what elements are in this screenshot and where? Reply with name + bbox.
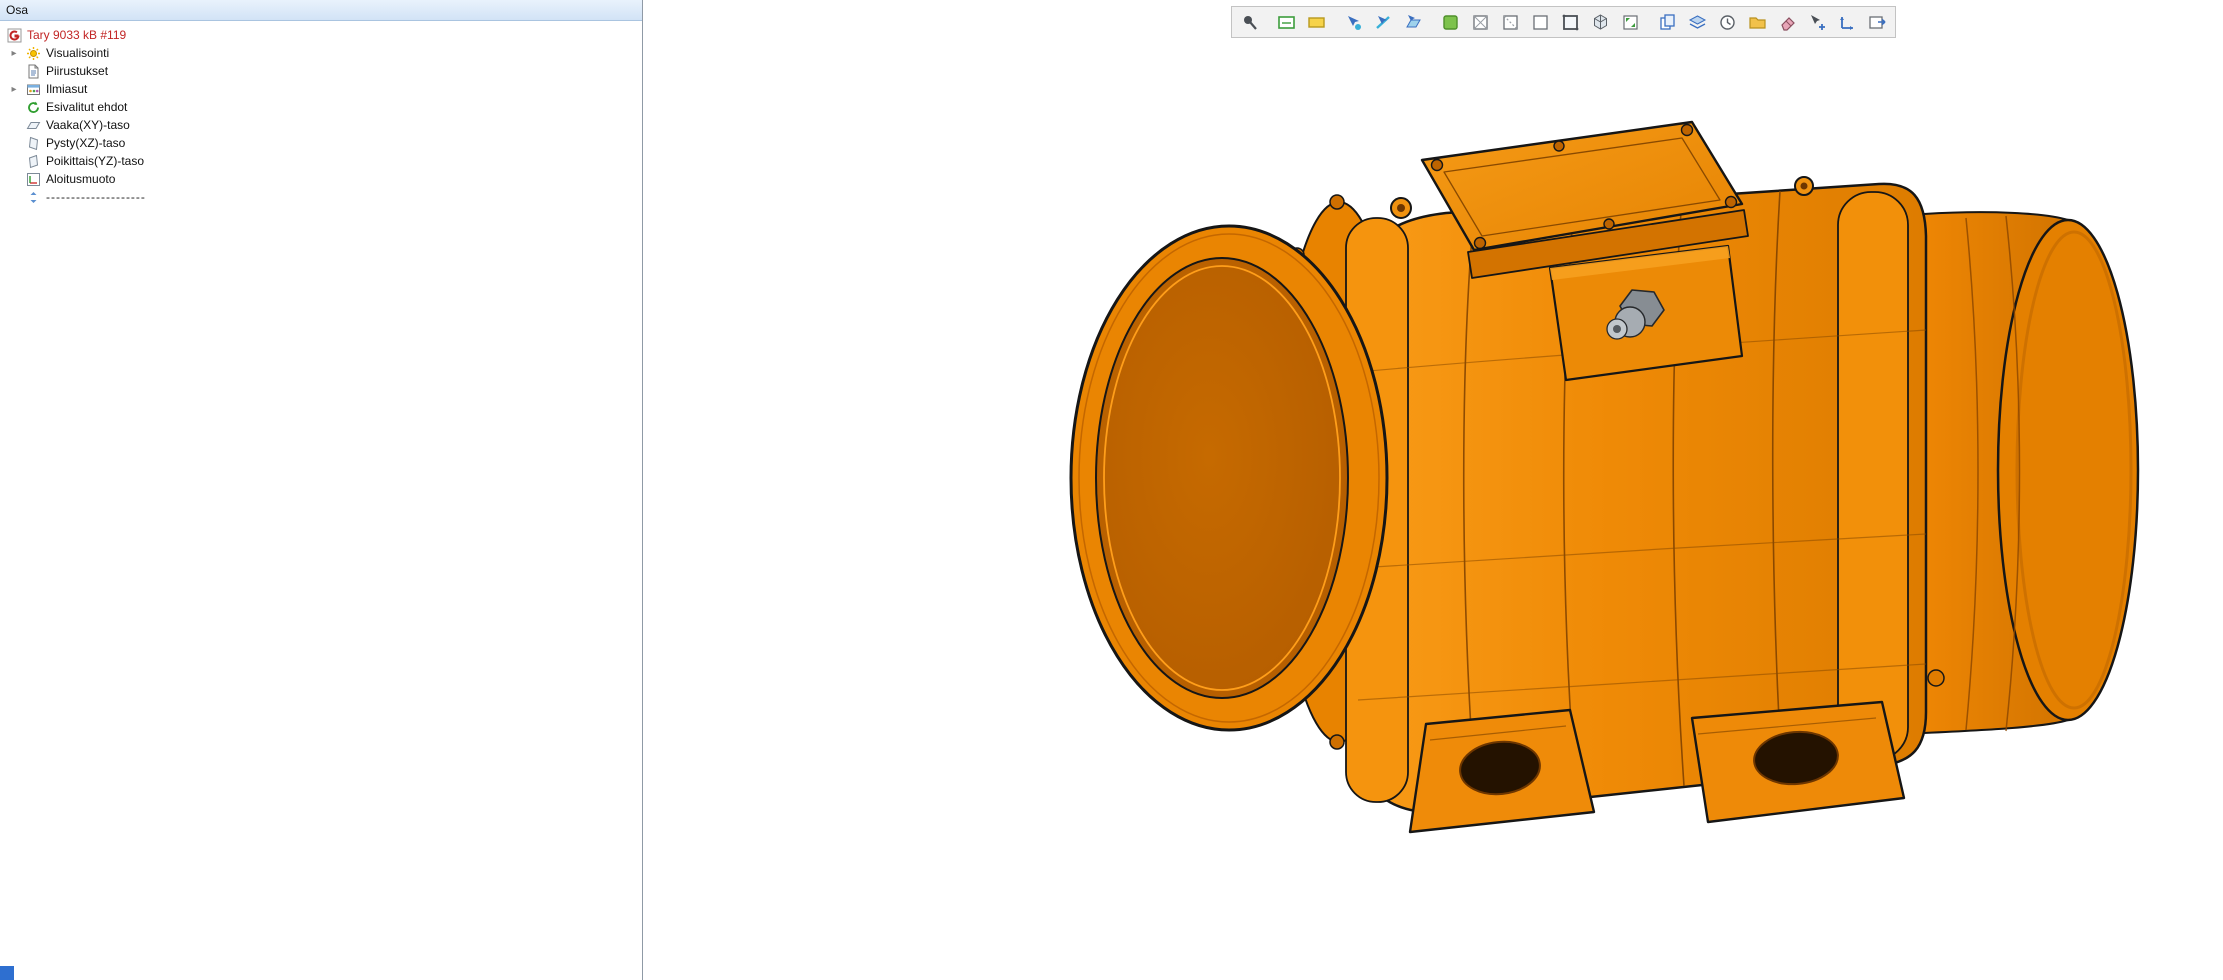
visualization-sun-icon [26,46,41,61]
tree-item-piirustukset[interactable]: Piirustukset [0,62,642,80]
fit-view-button[interactable] [1616,9,1645,36]
copy-pages-icon [1658,13,1677,32]
no-edges-button[interactable] [1526,9,1555,36]
plane-yz-icon [26,154,41,169]
feature-tree-panel: Osa Tary 9033 kB #119 ▸ Visualisointi [0,0,643,980]
vibration-motor-model[interactable] [644,0,2223,980]
note-button[interactable] [1302,9,1331,36]
tree-item-label: Esivalitut ehdot [46,100,127,114]
pin-button[interactable] [1235,9,1264,36]
tree-item-label: Ilmiasut [46,82,87,96]
select-face-button[interactable] [1399,9,1428,36]
end-cover-right[interactable] [1924,212,2138,733]
note-icon [1307,13,1326,32]
toolbar-separator [1646,9,1652,36]
box-outline-icon [1561,13,1580,32]
start-shape-icon [26,172,41,187]
axes-button[interactable] [1833,9,1862,36]
tree-item-label: -------------------- [46,190,146,204]
preselected-conditions-icon [26,100,41,115]
select-face-icon [1404,13,1423,32]
wireframe-box-icon [1471,13,1490,32]
eraser-icon [1778,13,1797,32]
tree-item-aloitusmuoto[interactable]: Aloitusmuoto [0,170,642,188]
tree-item-poikittais-yz-taso[interactable]: Poikittais(YZ)-taso [0,152,642,170]
copy-pages-button[interactable] [1653,9,1682,36]
chevron-right-icon[interactable]: ▸ [7,48,21,59]
tree-item-label: Aloitusmuoto [46,172,115,186]
measure-cursor-button[interactable] [1803,9,1832,36]
folder-button[interactable] [1743,9,1772,36]
viewport-3d[interactable] [644,0,2223,980]
select-edge-button[interactable] [1369,9,1398,36]
layers-button[interactable] [1683,9,1712,36]
mounting-foot-left[interactable] [1410,710,1594,832]
tree-item-label: Pysty(XZ)-taso [46,136,125,150]
tree-item-part-root[interactable]: Tary 9033 kB #119 [0,26,642,44]
tree-item-ilmiasut[interactable]: ▸ Ilmiasut [0,80,642,98]
appearances-icon [26,82,41,97]
box-outline-button[interactable] [1556,9,1585,36]
hidden-edges-icon [1501,13,1520,32]
folder-icon [1748,13,1767,32]
fit-view-icon [1621,13,1640,32]
eraser-button[interactable] [1773,9,1802,36]
plane-xz-icon [26,136,41,151]
window-arrow-icon [1868,13,1887,32]
toolbar-separator [1265,9,1271,36]
scroll-grip[interactable] [0,966,14,980]
view-toolbar [1231,6,1896,38]
plane-xy-icon [26,118,41,133]
tree-item-pysty-xz-taso[interactable]: Pysty(XZ)-taso [0,134,642,152]
shaded-view-button[interactable] [1436,9,1465,36]
label-frame-icon [1277,13,1296,32]
part-root-icon [7,28,22,43]
end-cover-left[interactable] [1071,226,1387,730]
tree-item-separator[interactable]: -------------------- [0,188,642,206]
clock-icon [1718,13,1737,32]
select-point-icon [1344,13,1363,32]
pin-icon [1240,13,1259,32]
tree-item-label: Poikittais(YZ)-taso [46,154,144,168]
tree-item-label: Vaaka(XY)-taso [46,118,130,132]
label-frame-button[interactable] [1272,9,1301,36]
layers-icon [1688,13,1707,32]
panel-title: Osa [0,0,642,21]
select-edge-icon [1374,13,1393,32]
measure-cursor-icon [1808,13,1827,32]
hidden-edges-button[interactable] [1496,9,1525,36]
tree-item-label: Piirustukset [46,64,108,78]
tree-item-esivalitut-ehdot[interactable]: Esivalitut ehdot [0,98,642,116]
axes-icon [1838,13,1857,32]
clock-button[interactable] [1713,9,1742,36]
no-edges-icon [1531,13,1550,32]
side-stud[interactable] [1928,670,1944,686]
tree-item-vaaka-xy-taso[interactable]: Vaaka(XY)-taso [0,116,642,134]
tree-item-label: Visualisointi [46,46,109,60]
select-point-button[interactable] [1339,9,1368,36]
iso-cube-icon [1591,13,1610,32]
tree-item-visualisointi[interactable]: ▸ Visualisointi [0,44,642,62]
chevron-right-icon[interactable]: ▸ [7,84,21,95]
mounting-foot-right[interactable] [1692,702,1904,822]
toolbar-separator [1429,9,1435,36]
drawings-page-icon [26,64,41,79]
separator-row-icon [26,190,41,205]
tree-item-label: Tary 9033 kB #119 [27,28,126,42]
feature-tree: Tary 9033 kB #119 ▸ Visualisointi Piirus… [0,21,642,206]
wireframe-box-button[interactable] [1466,9,1495,36]
toolbar-separator [1332,9,1338,36]
shaded-view-icon [1441,13,1460,32]
window-arrow-button[interactable] [1863,9,1892,36]
iso-cube-button[interactable] [1586,9,1615,36]
